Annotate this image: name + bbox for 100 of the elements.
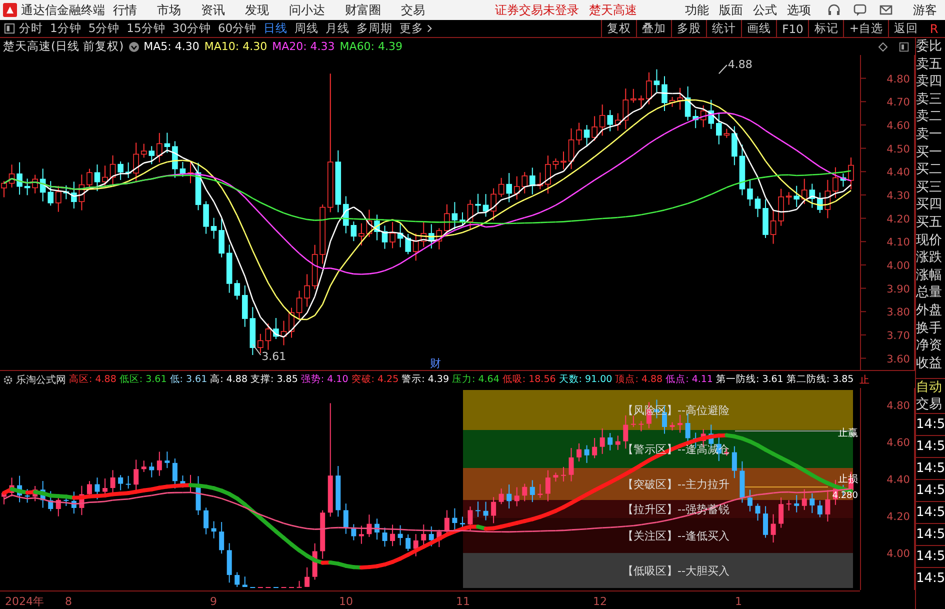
price-axis-label: 4.20 — [886, 213, 910, 226]
quote-field-label: 买四 — [916, 196, 943, 214]
notice-link[interactable]: 证券交易未登录 — [495, 2, 579, 18]
menu-item[interactable]: 财富圈 — [345, 2, 381, 18]
price-axis-label: 4.80 — [886, 73, 910, 86]
indicator-reading: 强势: 4.10 — [300, 373, 348, 386]
period-tab[interactable]: 月线 — [326, 21, 350, 36]
quote-field-label: 卖一 — [916, 126, 943, 144]
indicator-reading: 低区: 3.61 — [119, 373, 167, 386]
indicator-reading: 警示: 4.39 — [402, 373, 449, 386]
trade-time: 14:5 — [916, 567, 945, 590]
quote-field-label: 涨幅 — [916, 266, 943, 284]
time-axis-label: 9 — [210, 595, 217, 608]
period-tab[interactable]: 分时 — [19, 21, 43, 36]
quote-field-label: 卖四 — [916, 73, 943, 91]
menu-item[interactable]: 资讯 — [201, 2, 225, 18]
more-menu[interactable]: 更多 — [400, 21, 432, 36]
period-tab[interactable]: 1分钟 — [50, 21, 82, 36]
period-tab[interactable]: 多周期 — [356, 21, 393, 36]
finance-event-marker[interactable]: 财 — [430, 357, 441, 370]
menu-item[interactable]: 公式 — [753, 2, 777, 18]
diamond-icon[interactable] — [878, 42, 888, 52]
indicator-reading: 压力: 4.64 — [452, 373, 500, 386]
indicator-reading: 天数: 91.00 — [558, 373, 612, 386]
price-axis-label: 4.70 — [886, 96, 910, 109]
time-axis-label: 10 — [339, 595, 353, 608]
moving-average-reading: MA10: 4.30 — [204, 40, 268, 53]
quote-field-label: 换手 — [916, 320, 943, 338]
price-axis-label: 4.30 — [886, 190, 910, 202]
menu-item[interactable]: 发现 — [245, 2, 269, 18]
trade-tab[interactable]: 交易 — [916, 396, 945, 414]
indicator-axis-label: 4.00 — [886, 548, 911, 560]
indicator-name: 乐淘公式网 — [16, 374, 66, 386]
price-axis-label: 4.50 — [886, 143, 910, 156]
menu-item[interactable]: 行情 — [113, 2, 137, 18]
quote-field-label: 买五 — [916, 214, 943, 232]
moving-average-reading: MA5: 4.30 — [144, 40, 200, 53]
price-axis-label: 3.70 — [886, 330, 910, 342]
trade-time: 14:5 — [916, 545, 945, 568]
indicator-reading: 低点: 4.11 — [666, 373, 713, 386]
indicator-axis-label: 4.80 — [886, 400, 911, 412]
time-axis-label: 1 — [735, 595, 742, 608]
quote-field-label: 外盘 — [916, 302, 943, 320]
menu-item[interactable]: 功能 — [685, 2, 709, 18]
quote-field-label: 净资 — [916, 337, 943, 355]
headset-icon[interactable] — [827, 3, 841, 17]
menu-item[interactable]: 选项 — [787, 2, 811, 18]
chat-icon[interactable] — [853, 3, 867, 17]
trade-time: 14:5 — [916, 457, 945, 480]
moving-average-reading: MA20: 4.33 — [272, 40, 335, 53]
indicator-reading: 顶点: 4.88 — [615, 373, 663, 386]
period-tab[interactable]: 15分钟 — [126, 21, 166, 36]
period-tab[interactable]: 60分钟 — [218, 21, 257, 36]
indicator-reading: 高: 4.88 — [210, 373, 248, 386]
menu-item[interactable]: 问小达 — [289, 2, 325, 18]
price-axis-label: 4.00 — [886, 260, 910, 272]
trade-time: 14:5 — [916, 479, 945, 502]
time-axis-label: 8 — [65, 595, 72, 608]
quote-field-label: 买一 — [916, 144, 943, 162]
app-title: 通达信金融终端 — [21, 2, 105, 18]
indicator-axis-label: 4.60 — [886, 437, 911, 449]
menu-item[interactable]: 版面 — [719, 2, 743, 18]
time-axis-label: 11 — [456, 595, 470, 608]
period-tab[interactable]: 周线 — [294, 21, 319, 36]
settings-icon[interactable] — [3, 374, 13, 384]
quote-field-label: 卖五 — [916, 56, 943, 74]
zone-label: 【突破区】--主力拉升 — [622, 478, 730, 491]
user-label[interactable]: 游客 — [913, 2, 937, 18]
menu-item[interactable]: 市场 — [157, 2, 181, 18]
stop-profit-label: 止赢 — [838, 428, 858, 439]
app-logo-icon — [3, 3, 17, 17]
price-axis-label: 3.60 — [886, 353, 910, 366]
quote-field-label: 委比 — [916, 38, 943, 56]
moving-average-reading: MA60: 4.39 — [340, 40, 403, 53]
indicator-reading: 支撑: 3.85 — [250, 373, 298, 386]
period-tab[interactable]: 5分钟 — [88, 21, 120, 36]
notice-link[interactable]: 楚天高速 — [589, 2, 637, 18]
quote-field-label: 卖三 — [916, 90, 943, 108]
indicator-axis-label: 4.40 — [886, 474, 911, 486]
quote-field-label: 总量 — [916, 284, 943, 302]
trade-time: 14:5 — [916, 523, 945, 546]
zone-label: 【低吸区】--大胆买入 — [622, 564, 730, 578]
time-axis-label: 2024年 — [5, 595, 44, 608]
price-axis-label: 3.90 — [886, 283, 910, 296]
chevron-right-icon — [426, 24, 432, 33]
trade-tab[interactable]: 自动 — [916, 379, 945, 396]
period-tab[interactable]: 日线 — [264, 21, 288, 36]
quote-field-label: 现价 — [916, 232, 943, 250]
dropdown-icon[interactable] — [128, 42, 139, 52]
panel-toggle-icon[interactable] — [4, 23, 15, 34]
indicator-axis-label: 4.20 — [886, 511, 911, 523]
indicator-reading: 高区: 4.88 — [69, 373, 116, 386]
menu-item[interactable]: 交易 — [401, 2, 425, 18]
mail-icon[interactable] — [879, 3, 893, 17]
period-tab[interactable]: 30分钟 — [172, 21, 211, 36]
quote-field-label: 买三 — [916, 178, 943, 196]
chart-title: 楚天高速(日线 前复权) — [3, 39, 124, 54]
price-axis-label: 3.80 — [886, 306, 910, 319]
panel-toggle-icon[interactable] — [899, 42, 909, 52]
quote-field-label: 收益 — [916, 354, 943, 372]
